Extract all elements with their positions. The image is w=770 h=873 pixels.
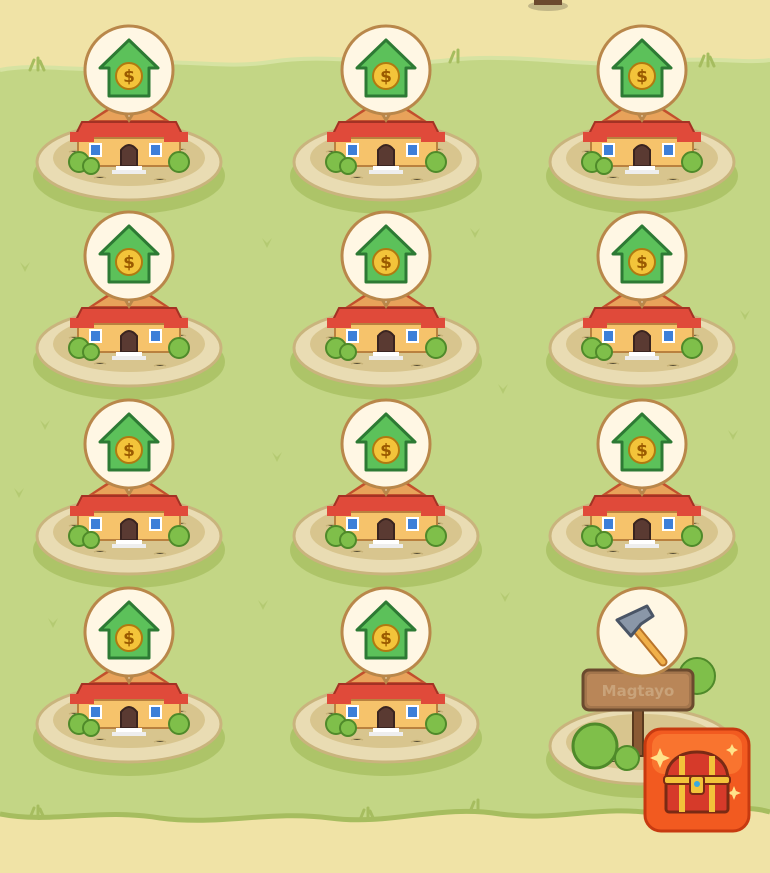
collect-income-badge[interactable]: $	[83, 398, 175, 497]
collect-income-badge[interactable]: $	[83, 210, 175, 309]
house-plot[interactable]: $	[546, 22, 738, 214]
collect-income-badge[interactable]: $	[340, 210, 432, 309]
svg-text:$: $	[123, 253, 135, 273]
collect-income-badge[interactable]: $	[596, 24, 688, 123]
svg-text:$: $	[123, 67, 135, 87]
svg-text:$: $	[380, 629, 392, 649]
svg-text:$: $	[123, 629, 135, 649]
house-plot[interactable]: $	[290, 396, 482, 588]
svg-text:$: $	[380, 67, 392, 87]
collect-income-badge[interactable]: $	[340, 398, 432, 497]
house-plot[interactable]: $	[33, 208, 225, 400]
svg-text:$: $	[636, 253, 648, 273]
house-plot[interactable]: $	[546, 208, 738, 400]
svg-text:$: $	[380, 441, 392, 461]
build-badge[interactable]	[596, 586, 688, 679]
house-plot[interactable]: $	[546, 396, 738, 588]
collect-income-badge[interactable]: $	[83, 586, 175, 685]
svg-text:$: $	[636, 441, 648, 461]
collect-income-badge[interactable]: $	[596, 398, 688, 497]
svg-text:$: $	[380, 253, 392, 273]
svg-text:$: $	[123, 441, 135, 461]
house-plot[interactable]: $	[290, 584, 482, 776]
partial-object-top	[528, 0, 568, 11]
treasure-chest-button[interactable]	[642, 726, 752, 834]
collect-income-badge[interactable]: $	[83, 24, 175, 123]
treasure-chest-icon	[643, 727, 751, 833]
collect-income-badge[interactable]: $	[596, 210, 688, 309]
house-plot[interactable]: $	[33, 22, 225, 214]
collect-income-badge[interactable]: $	[340, 24, 432, 123]
build-sign-label: Magtayo	[602, 682, 675, 700]
house-plot[interactable]: $	[33, 584, 225, 776]
collect-income-badge[interactable]: $	[340, 586, 432, 685]
svg-text:$: $	[636, 67, 648, 87]
house-plot[interactable]: $	[290, 22, 482, 214]
house-plot[interactable]: $	[33, 396, 225, 588]
house-plot[interactable]: $	[290, 208, 482, 400]
